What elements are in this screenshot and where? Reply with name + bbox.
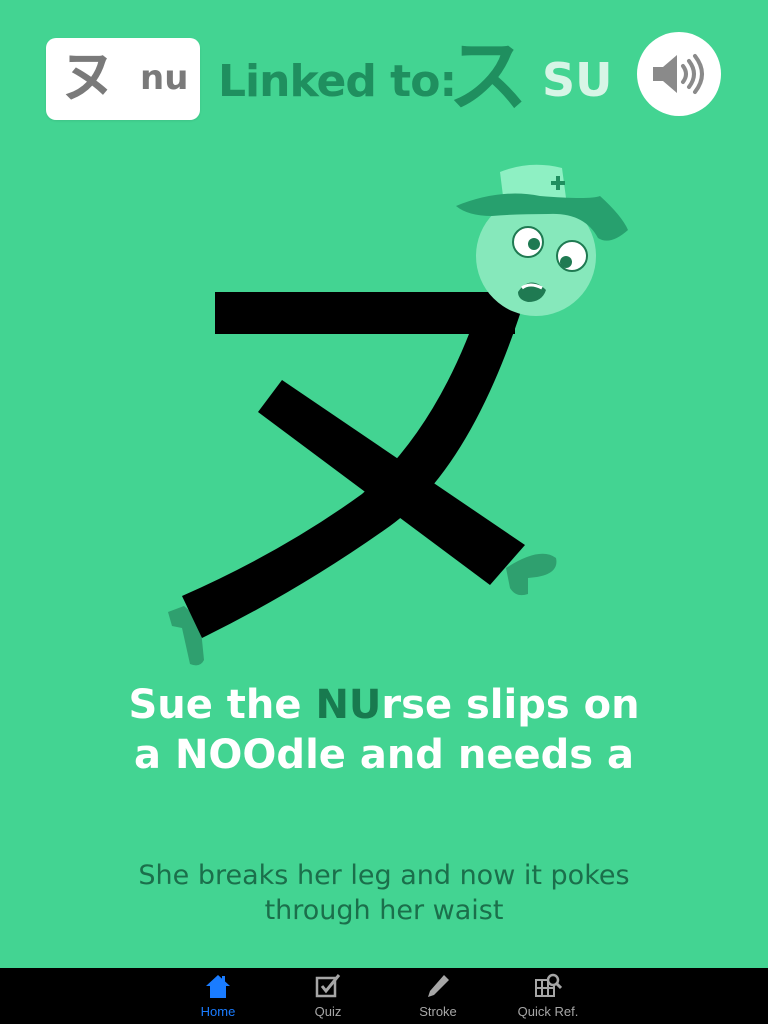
tab-quick-ref[interactable]: Quick Ref.: [503, 968, 593, 1024]
header: ヌ nu Linked to: ス SU: [0, 0, 768, 150]
grid-search-icon: [535, 973, 562, 997]
home-icon: [206, 975, 230, 998]
tab-stroke[interactable]: Stroke: [393, 968, 483, 1024]
current-kana: ヌ: [60, 45, 116, 110]
explanation-line-2: through her waist: [264, 895, 504, 926]
mnemonic-text: rse slips on: [381, 682, 640, 728]
mnemonic-line-1: Sue the NUrse slips on: [84, 680, 684, 730]
tab-quick-ref-label: Quick Ref.: [517, 1004, 579, 1019]
linked-romaji[interactable]: SU: [542, 52, 612, 108]
explanation-line-1: She breaks her leg and now it pokes: [138, 860, 630, 891]
tab-home-label: Home: [200, 1004, 236, 1019]
quiz-checkbox-icon: [315, 974, 341, 998]
pencil-icon: [428, 975, 449, 997]
mnemonic-line-2: a NOOdle and needs a: [134, 732, 634, 778]
tab-quiz-label: Quiz: [314, 1004, 342, 1019]
tab-home[interactable]: Home: [173, 968, 263, 1024]
mnemonic-illustration: [150, 150, 650, 680]
nurse-kana-drawing: [168, 164, 628, 666]
tab-bar: Home Quiz Stroke Quick Ref.: [0, 968, 768, 1024]
linked-kana[interactable]: ス: [448, 32, 528, 122]
mnemonic-explanation: She breaks her leg and now it pokes thro…: [104, 858, 664, 928]
mnemonic-text: Sue the: [128, 682, 316, 728]
current-romaji: nu: [140, 58, 189, 98]
mnemonic-highlight: NU: [315, 682, 382, 728]
speaker-icon: [653, 54, 704, 94]
tab-quiz[interactable]: Quiz: [283, 968, 373, 1024]
tab-stroke-label: Stroke: [419, 1004, 457, 1019]
right-foot: [506, 553, 557, 596]
kana-strokes: [182, 292, 525, 638]
current-kana-card[interactable]: ヌ nu: [46, 38, 200, 120]
mnemonic-sentence: Sue the NUrse slips on a NOOdle and need…: [84, 680, 684, 780]
play-sound-button[interactable]: [637, 32, 721, 116]
linked-to-label: Linked to:: [218, 56, 457, 107]
